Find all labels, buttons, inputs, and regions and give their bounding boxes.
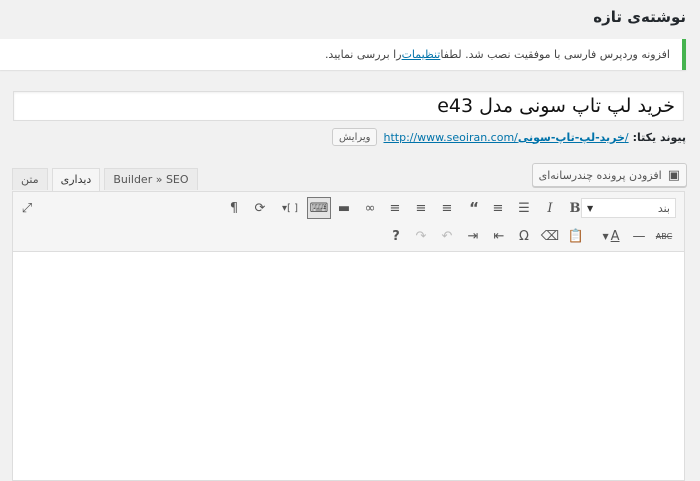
format-select[interactable]: بند ▼	[581, 198, 676, 218]
fullscreen-icon[interactable]: ⤢	[15, 197, 39, 219]
permalink-base: http://www.seoiran.com/	[383, 130, 518, 144]
refresh-icon[interactable]: ⟳	[248, 197, 272, 219]
italic-icon[interactable]: I	[538, 197, 562, 219]
undo-icon[interactable]: ↶	[435, 225, 459, 247]
insert-shortcode-icon[interactable]: ▾[ ]	[276, 197, 304, 219]
text-color-icon[interactable]: ▼ A	[596, 225, 626, 247]
post-title-input[interactable]	[13, 91, 684, 121]
notice-text-after: را بررسی نمایید.	[324, 48, 402, 61]
redo-icon[interactable]: ↷	[409, 225, 433, 247]
notice-settings-link[interactable]: تنظیمات	[402, 48, 441, 61]
paste-text-icon[interactable]: 📋	[564, 225, 588, 247]
clear-formatting-icon[interactable]: ⌫	[538, 225, 562, 247]
permalink-row: پیوند یکتا: http://www.seoiran.com/خرید-…	[332, 127, 686, 147]
toolbar-toggle-icon[interactable]: ⌨	[307, 197, 331, 219]
permalink-slug: خرید-لپ-تاپ-سونی	[517, 130, 625, 144]
read-more-icon[interactable]: ▬	[332, 197, 356, 219]
indent-icon[interactable]: ⇥	[461, 225, 485, 247]
success-notice: افزونه وردپرس فارسی با موفقیت نصب شد. لط…	[0, 39, 686, 70]
format-select-value: بند	[657, 201, 670, 215]
permalink-trail: /	[624, 130, 629, 144]
editor-toolbar: بند ▼ B I ☰ ≡ “ ≡ ≡ ≡ ∞ ▬ ⌨ ▾[ ] ⟳ ¶ ⤢ A…	[13, 192, 684, 252]
special-character-icon[interactable]: Ω	[512, 225, 536, 247]
tab-visual[interactable]: دیداری	[51, 168, 101, 191]
align-right-icon[interactable]: ≡	[383, 197, 407, 219]
bulleted-list-icon[interactable]: ☰	[512, 197, 536, 219]
tab-text[interactable]: متن	[12, 168, 48, 190]
bold-icon[interactable]: B	[563, 197, 587, 219]
media-icon: ▣	[667, 167, 680, 183]
editor-content-area[interactable]	[13, 252, 684, 480]
permalink-edit-button[interactable]: ویرایش	[332, 128, 378, 146]
horizontal-line-icon[interactable]: —	[627, 225, 651, 247]
numbered-list-icon[interactable]: ≡	[486, 197, 510, 219]
link-icon[interactable]: ∞	[358, 197, 382, 219]
add-media-label: افزودن پرونده چندرسانه‌ای	[538, 168, 662, 182]
post-editor: بند ▼ B I ☰ ≡ “ ≡ ≡ ≡ ∞ ▬ ⌨ ▾[ ] ⟳ ¶ ⤢ A…	[12, 191, 685, 481]
add-media-button[interactable]: ▣ افزودن پرونده چندرسانه‌ای	[531, 163, 687, 187]
align-center-icon[interactable]: ≡	[409, 197, 433, 219]
page-title: نوشته‌ی تازه	[593, 8, 686, 26]
help-icon[interactable]: ?	[384, 225, 408, 247]
strikethrough-icon[interactable]: ABC	[652, 225, 676, 247]
chevron-down-icon: ▼	[587, 203, 594, 213]
tab-seo-builder[interactable]: Builder » SEO	[104, 168, 198, 190]
permalink-label: پیوند یکتا:	[632, 130, 686, 144]
permalink-link[interactable]: http://www.seoiran.com/خرید-لپ-تاپ-سونی/	[383, 131, 628, 144]
align-left-icon[interactable]: ≡	[435, 197, 459, 219]
blockquote-icon[interactable]: “	[462, 197, 486, 219]
paragraph-icon[interactable]: ¶	[222, 197, 246, 219]
outdent-icon[interactable]: ⇤	[487, 225, 511, 247]
notice-text-before: افزونه وردپرس فارسی با موفقیت نصب شد. لط…	[440, 48, 670, 61]
